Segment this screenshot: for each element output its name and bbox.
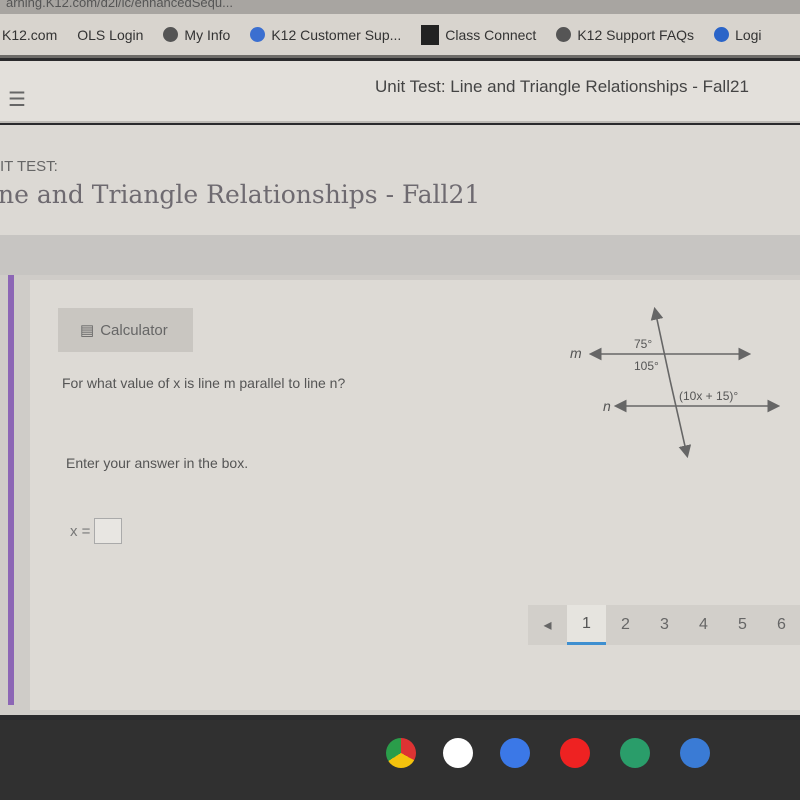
youtube-icon[interactable]: [560, 738, 590, 768]
docs-icon[interactable]: [500, 738, 530, 768]
angle-75-label: 75°: [634, 337, 652, 351]
play-store-icon[interactable]: [620, 738, 650, 768]
chrome-icon[interactable]: [386, 738, 416, 768]
files-icon[interactable]: [680, 738, 710, 768]
line-m-label: m: [570, 345, 582, 361]
line-n-label: n: [603, 398, 611, 414]
parallel-lines-diagram: m n 75° 105° (10x + 15)°: [570, 306, 781, 459]
angle-expression-label: (10x + 15)°: [679, 389, 738, 403]
gmail-icon[interactable]: [443, 738, 473, 768]
angle-105-label: 105°: [634, 359, 659, 373]
